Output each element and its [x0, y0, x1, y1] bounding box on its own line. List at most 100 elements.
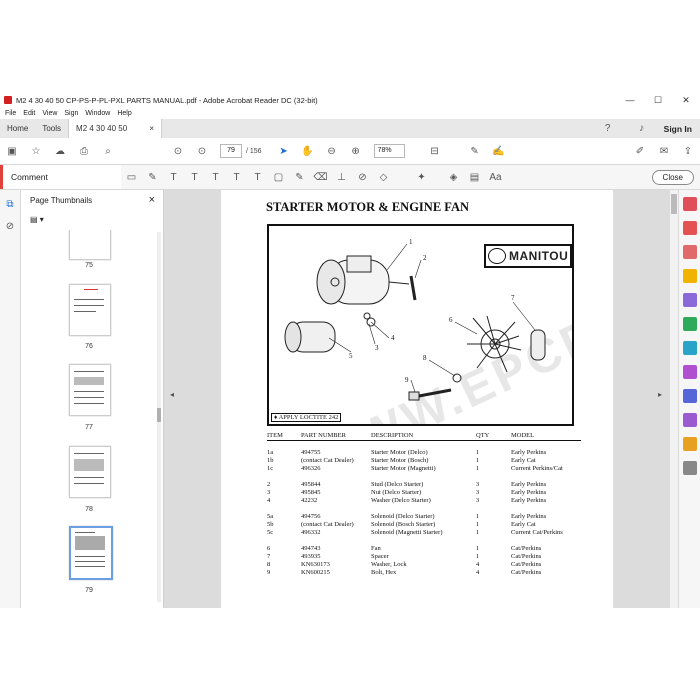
more-tools-icon[interactable] [683, 461, 697, 475]
document-scroll-knob[interactable] [671, 194, 677, 214]
minimize-button[interactable]: — [616, 95, 644, 105]
tab-close-icon[interactable]: × [149, 119, 154, 138]
collapse-right-arrow-icon[interactable]: ▸ [658, 390, 662, 399]
zoom-out-icon[interactable]: ⊖ [324, 143, 340, 159]
edit-pen-icon[interactable]: ✐ [632, 143, 648, 159]
hand-tool-icon[interactable]: ✋ [300, 143, 316, 159]
table-spacer-row [267, 473, 581, 481]
attachments-paperclip-icon[interactable]: ⊘ [2, 218, 18, 234]
export-pdf-icon[interactable] [683, 197, 697, 211]
organize-pages-icon[interactable] [683, 317, 697, 331]
comment-tool-icon[interactable] [683, 269, 697, 283]
cell-qty: 1 [476, 553, 480, 560]
sign-tool-icon[interactable] [683, 413, 697, 427]
cell-model: Early Perkins [511, 449, 547, 456]
protect-icon[interactable] [683, 389, 697, 403]
maximize-button[interactable]: ☐ [644, 95, 672, 106]
cell-qty: 4 [476, 569, 480, 576]
collapse-left-arrow-icon[interactable]: ◂ [170, 390, 174, 399]
attach-icon[interactable]: ⊘ [355, 170, 370, 185]
table-spacer-row [267, 505, 581, 513]
help-icon[interactable]: ? [600, 121, 616, 137]
cell-model: Cat/Perkins [511, 553, 542, 560]
font-size-icon[interactable]: Aa [488, 170, 503, 185]
send-for-review-icon[interactable] [683, 437, 697, 451]
page-number-input[interactable]: 79 [220, 144, 242, 158]
strikethrough-icon[interactable]: T [187, 170, 202, 185]
cell-description: Washer (Delco Starter) [371, 497, 431, 504]
cell-qty: 3 [476, 489, 480, 496]
close-comment-button[interactable]: Close [651, 169, 694, 185]
page-heading: STARTER MOTOR & ENGINE FAN [266, 200, 470, 214]
thumbnail-scrollbar[interactable] [157, 232, 161, 602]
thumbnail-options-menu[interactable]: ▤ ▾ [21, 210, 163, 228]
sign-in-button[interactable]: Sign In [664, 124, 692, 134]
bookmark-star-icon[interactable]: ☆ [28, 143, 44, 159]
create-pdf-icon[interactable] [683, 221, 697, 235]
share-icon[interactable]: ⇪ [680, 143, 696, 159]
shapes-icon[interactable]: ◇ [376, 170, 391, 185]
fill-sign-icon[interactable]: ✎ [467, 143, 483, 159]
thumbnail-page-79-selected[interactable] [69, 526, 113, 580]
notification-bell-icon[interactable]: ♪ [634, 121, 650, 137]
sticky-note-icon[interactable]: ▭ [124, 170, 139, 185]
page-total: / 156 [246, 147, 262, 155]
thumbnail-page-78[interactable] [69, 446, 111, 498]
zoom-in-icon[interactable]: ⊕ [348, 143, 364, 159]
fill-sign-tool-icon[interactable] [683, 365, 697, 379]
print-icon[interactable]: ⎙ [76, 143, 92, 159]
menu-edit[interactable]: Edit [23, 110, 35, 117]
thumbnail-scroll-knob[interactable] [157, 408, 161, 422]
close-window-button[interactable]: ✕ [672, 95, 700, 106]
fill-color-icon[interactable]: ◈ [446, 170, 461, 185]
menu-sign[interactable]: Sign [64, 110, 78, 117]
thumbnail-options-icon[interactable]: ▤ ▾ [30, 215, 44, 224]
menu-view[interactable]: View [42, 110, 57, 117]
cell-model: Cat/Perkins [511, 545, 542, 552]
combine-files-icon[interactable] [683, 293, 697, 307]
thumbnail-page-76[interactable] [69, 284, 111, 336]
page-fit-icon[interactable]: ⊟ [427, 143, 443, 159]
pencil-icon[interactable]: ✎ [292, 170, 307, 185]
text-box-icon[interactable]: ▢ [271, 170, 286, 185]
document-scrollbar[interactable] [670, 190, 678, 608]
cell-item: 3 [267, 489, 271, 496]
next-page-icon[interactable]: ⊙ [194, 143, 210, 159]
email-icon[interactable]: ✉ [656, 143, 672, 159]
previous-page-icon[interactable]: ⊙ [170, 143, 186, 159]
cell-description: Spacer [371, 553, 389, 560]
search-icon[interactable]: ⌕ [100, 143, 116, 159]
highlight-icon[interactable]: ✎ [145, 170, 160, 185]
text-comment-icon[interactable]: T [250, 170, 265, 185]
tab-home[interactable]: Home [0, 119, 35, 138]
edit-pdf-icon[interactable] [683, 245, 697, 259]
close-panel-icon[interactable]: × [149, 194, 155, 206]
eraser-icon[interactable]: ⌫ [313, 170, 328, 185]
underline-icon[interactable]: T [166, 170, 181, 185]
page-thumbnails-icon[interactable]: ⧉ [2, 196, 18, 212]
cell-item: 8 [267, 561, 271, 568]
insert-text-icon[interactable]: T [229, 170, 244, 185]
zoom-level-select[interactable]: 78% [373, 144, 405, 158]
select-cursor-icon[interactable]: ➤ [276, 143, 292, 159]
upload-cloud-icon[interactable]: ☁ [52, 143, 68, 159]
pin-icon[interactable]: ✦ [414, 170, 429, 185]
thumbnail-page-75[interactable] [69, 230, 111, 260]
cell-part-number: 494743 [301, 545, 321, 552]
text-color-icon[interactable]: ▤ [467, 170, 482, 185]
thumbnail-list[interactable]: 75 76 77 78 79 [21, 230, 163, 608]
menu-window[interactable]: Window [85, 110, 110, 117]
sign-icon[interactable]: ✍ [491, 143, 507, 159]
callout-9: 9 [405, 376, 409, 384]
cell-model: Cat/Perkins [511, 561, 542, 568]
menu-help[interactable]: Help [117, 110, 131, 117]
save-icon[interactable]: ▣ [4, 143, 20, 159]
enhance-scans-icon[interactable] [683, 341, 697, 355]
menu-file[interactable]: File [5, 110, 16, 117]
replace-text-icon[interactable]: T [208, 170, 223, 185]
document-view[interactable]: ◂ STARTER MOTOR & ENGINE FAN WWW.EPCDEPO… [164, 190, 670, 608]
thumbnail-page-77[interactable] [69, 364, 111, 416]
stamp-icon[interactable]: ⊥ [334, 170, 349, 185]
tab-document[interactable]: M2 4 30 40 50 CP-... × [68, 119, 163, 152]
tab-tools[interactable]: Tools [35, 119, 68, 138]
